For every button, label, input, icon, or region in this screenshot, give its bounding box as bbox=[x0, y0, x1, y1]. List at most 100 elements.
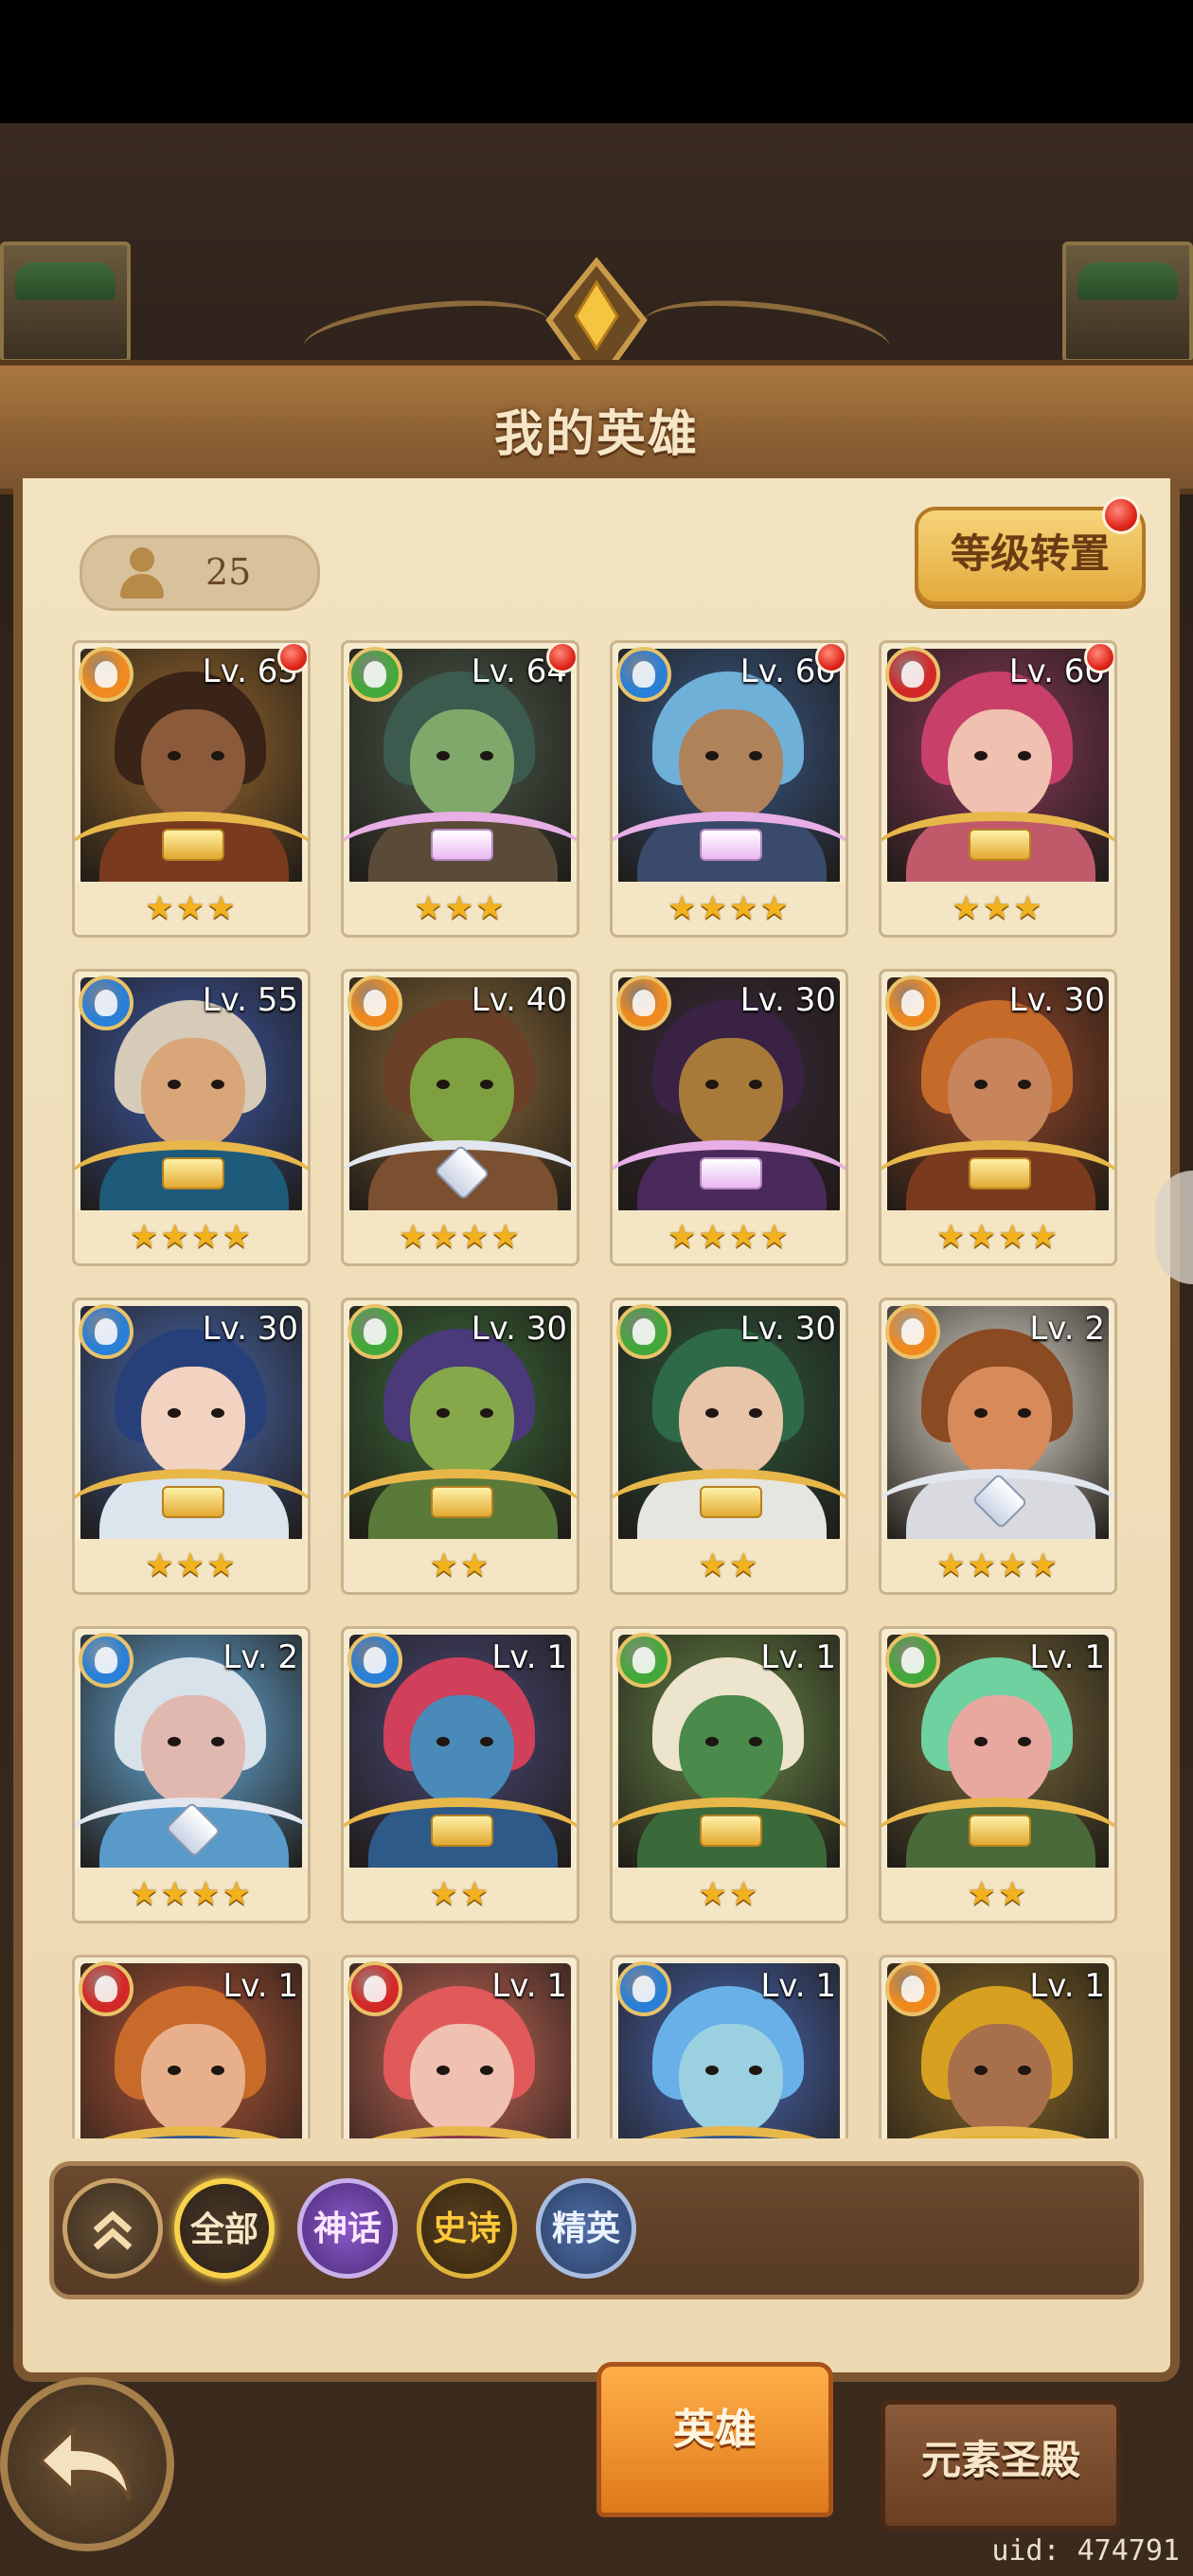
rarity-frame bbox=[613, 2126, 846, 2138]
back-button[interactable] bbox=[0, 2377, 174, 2551]
hero-card[interactable]: ★★ Lv. 1 bbox=[879, 1626, 1117, 1923]
notification-dot bbox=[1084, 643, 1114, 673]
hero-face bbox=[679, 1695, 783, 1807]
hero-face bbox=[679, 1367, 783, 1478]
hero-card[interactable]: ★★★★ Lv. 30 bbox=[879, 969, 1117, 1266]
hero-eye bbox=[436, 1737, 450, 1746]
level-transfer-label: 等级转置 bbox=[950, 530, 1110, 577]
hero-level: Lv. 30 bbox=[739, 1310, 836, 1348]
rarity-crown-icon bbox=[700, 1815, 762, 1847]
hero-face bbox=[679, 709, 783, 821]
hero-card[interactable]: ★★ Lv. 1 bbox=[610, 1626, 848, 1923]
rarity-frame bbox=[881, 1469, 1114, 1545]
hero-card[interactable]: ★★★ Lv. 64 bbox=[341, 640, 579, 938]
rarity-frame bbox=[881, 2126, 1114, 2138]
hero-stars: ★★ bbox=[613, 1539, 846, 1592]
hero-level: Lv. 1 bbox=[491, 1967, 567, 2005]
notification-dot bbox=[277, 643, 308, 673]
frame-arc bbox=[881, 2126, 1114, 2138]
hero-eye bbox=[168, 2066, 181, 2075]
hero-eye bbox=[705, 1080, 719, 1089]
rarity-crown-icon bbox=[700, 1157, 762, 1190]
hero-face bbox=[410, 1695, 514, 1807]
hero-eye bbox=[436, 2066, 450, 2075]
hero-stars: ★★★★ bbox=[613, 882, 846, 935]
blood-element-icon bbox=[79, 1961, 134, 2016]
hero-card[interactable]: Lv. 1 bbox=[72, 1955, 311, 2138]
rarity-crown-icon bbox=[162, 1486, 224, 1518]
hero-stars: ★★ bbox=[344, 1539, 577, 1592]
hero-face bbox=[679, 2024, 783, 2136]
rarity-frame bbox=[613, 812, 846, 887]
filter-all-button[interactable]: 全部 bbox=[174, 2178, 275, 2279]
user-id: uid: 474791 bbox=[991, 2534, 1180, 2567]
hero-stars: ★★★ bbox=[881, 882, 1114, 935]
rarity-crown-icon bbox=[700, 829, 762, 861]
hero-face bbox=[948, 709, 1052, 821]
page-title: 我的英雄 bbox=[493, 406, 699, 463]
collapse-button[interactable] bbox=[62, 2178, 163, 2279]
water-element-icon bbox=[347, 1633, 402, 1688]
hero-eye bbox=[749, 1080, 762, 1089]
hero-eye bbox=[749, 2066, 762, 2075]
hero-eye bbox=[168, 1737, 181, 1746]
fire-element-icon bbox=[885, 1961, 940, 2016]
hero-card[interactable]: Lv. 1 bbox=[341, 1955, 579, 2138]
hero-card[interactable]: ★★ Lv. 30 bbox=[610, 1297, 848, 1595]
hero-card[interactable]: ★★★★ Lv. 55 bbox=[72, 969, 311, 1266]
side-handle[interactable] bbox=[1155, 1171, 1193, 1284]
hero-level: Lv. 40 bbox=[471, 981, 567, 1019]
hero-card[interactable]: ★★★★ Lv. 40 bbox=[341, 969, 579, 1266]
hero-eye bbox=[705, 1737, 719, 1746]
filter-epic-button[interactable]: 史诗 bbox=[417, 2178, 517, 2279]
hero-face bbox=[948, 1695, 1052, 1807]
hero-eye bbox=[974, 2066, 988, 2075]
hero-card[interactable]: Lv. 1 bbox=[610, 1955, 848, 2138]
hero-card[interactable]: ★★★ Lv. 30 bbox=[72, 1297, 311, 1595]
blood-element-icon bbox=[885, 647, 940, 702]
hero-card[interactable]: ★★★★ Lv. 60 bbox=[610, 640, 848, 938]
hero-stars: ★★★★ bbox=[75, 1868, 308, 1921]
hero-stars: ★★★ bbox=[75, 882, 308, 935]
rarity-frame bbox=[881, 812, 1114, 887]
hero-card[interactable]: ★★ Lv. 1 bbox=[341, 1626, 579, 1923]
frame-arc bbox=[344, 2126, 577, 2138]
wind-element-icon bbox=[347, 647, 402, 702]
filter-mythic-button[interactable]: 神话 bbox=[297, 2178, 398, 2279]
hero-level: Lv. 30 bbox=[1008, 981, 1105, 1019]
filter-elite-button[interactable]: 精英 bbox=[536, 2178, 636, 2279]
hero-card[interactable]: Lv. 1 bbox=[879, 1955, 1117, 2138]
hero-card[interactable]: ★★★★ Lv. 2 bbox=[879, 1297, 1117, 1595]
hero-card[interactable]: ★★★ Lv. 65 bbox=[72, 640, 311, 938]
hero-eye bbox=[211, 1080, 224, 1089]
hero-eye bbox=[480, 2066, 493, 2075]
tab-element-temple[interactable]: 元素圣殿 bbox=[881, 2400, 1121, 2531]
hero-card[interactable]: ★★ Lv. 30 bbox=[341, 1297, 579, 1595]
hero-card[interactable]: ★★★★ Lv. 30 bbox=[610, 969, 848, 1266]
tab-heroes[interactable]: 英雄 bbox=[596, 2362, 833, 2517]
rarity-frame bbox=[344, 1469, 577, 1545]
rarity-frame bbox=[75, 812, 308, 887]
tab-heroes-label: 英雄 bbox=[673, 2406, 757, 2454]
hero-eye bbox=[749, 1408, 762, 1418]
hero-card[interactable]: ★★★ Lv. 60 bbox=[879, 640, 1117, 938]
title-banner: 我的英雄 bbox=[0, 360, 1193, 494]
hero-face bbox=[410, 1038, 514, 1150]
water-element-icon bbox=[79, 1304, 134, 1359]
hero-level: Lv. 30 bbox=[471, 1310, 567, 1348]
hero-level: Lv. 2 bbox=[223, 1638, 298, 1676]
hero-eye bbox=[211, 751, 224, 760]
hero-face bbox=[141, 1038, 245, 1150]
rarity-frame bbox=[344, 2126, 577, 2138]
filter-epic-label: 史诗 bbox=[432, 2209, 501, 2248]
tab-temple-label: 元素圣殿 bbox=[920, 2437, 1080, 2483]
hero-card[interactable]: ★★★★ Lv. 2 bbox=[72, 1626, 311, 1923]
hero-face bbox=[679, 1038, 783, 1150]
hero-level: Lv. 1 bbox=[1029, 1967, 1105, 2005]
left-pillar-decoration bbox=[0, 242, 131, 363]
filter-all-label: 全部 bbox=[189, 2210, 258, 2249]
rarity-crown-icon bbox=[700, 1486, 762, 1518]
hero-stars: ★★★★ bbox=[881, 1210, 1114, 1263]
hero-eye bbox=[974, 1408, 988, 1418]
rarity-frame bbox=[613, 1140, 846, 1216]
